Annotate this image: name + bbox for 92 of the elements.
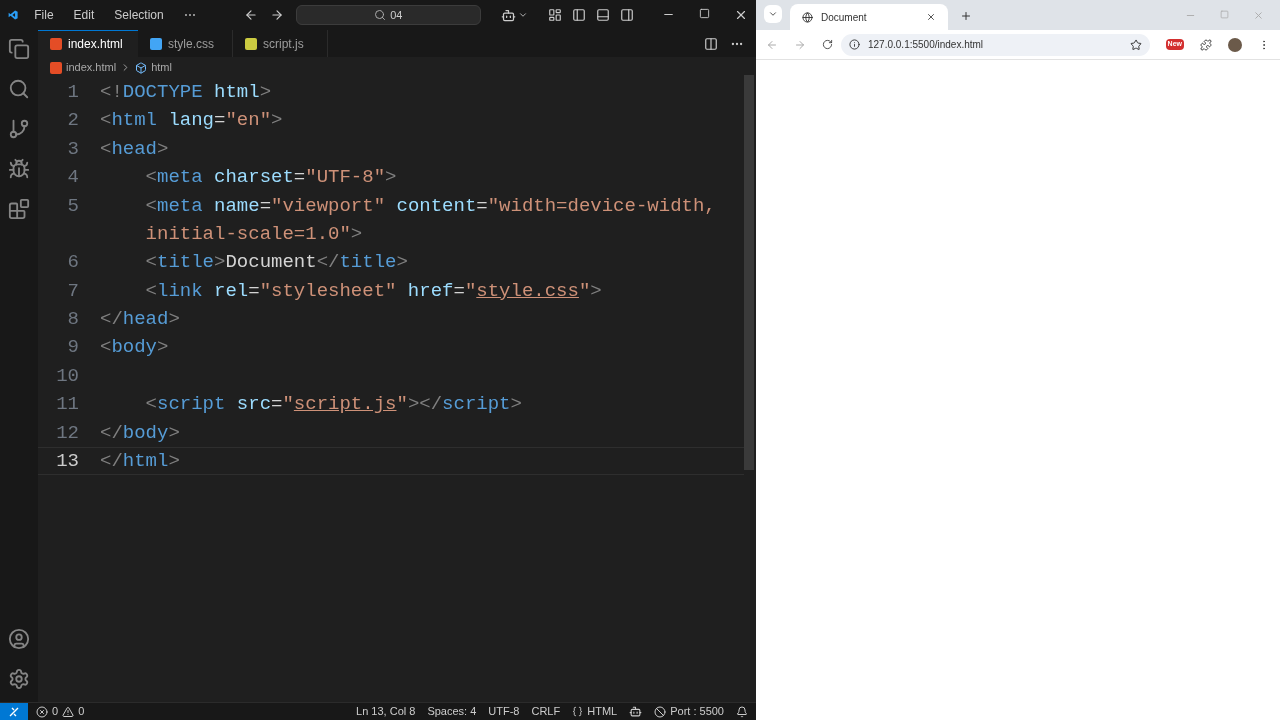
puzzle-icon[interactable] <box>1200 38 1212 51</box>
bell-icon[interactable] <box>736 705 748 718</box>
code-line: <!DOCTYPE html> <box>100 79 272 105</box>
robot-icon[interactable] <box>629 705 643 718</box>
line-number: 4 <box>67 166 79 189</box>
command-search-field[interactable]: 04 <box>295 5 481 25</box>
js-file-icon <box>245 37 257 50</box>
port-status[interactable]: Port : 5500 <box>670 703 724 720</box>
status-item[interactable]: HTML <box>587 703 618 720</box>
line-number: 2 <box>67 109 79 132</box>
maximize-icon[interactable] <box>699 8 710 19</box>
panel-right-icon[interactable] <box>620 8 634 22</box>
code-line: <html lang="en"> <box>100 108 283 134</box>
code-line: <body> <box>100 335 169 361</box>
remote-icon <box>8 705 20 718</box>
search-icon[interactable] <box>8 78 30 100</box>
files-icon[interactable] <box>8 38 30 60</box>
cube-icon <box>135 61 148 74</box>
line-number: 9 <box>67 336 79 359</box>
avatar[interactable] <box>1228 37 1242 52</box>
line-number: 7 <box>67 279 79 302</box>
warning-count[interactable]: 0 <box>78 703 85 720</box>
line-number: 11 <box>56 393 79 416</box>
status-item[interactable]: Spaces: 4 <box>427 703 477 720</box>
editor-tab[interactable]: index.html <box>38 30 138 57</box>
blocked-icon <box>654 705 667 718</box>
tab-label: script.js <box>263 35 304 53</box>
search-text: 04 <box>390 7 403 23</box>
status-item[interactable]: Ln 13, Col 8 <box>356 703 416 720</box>
code-line: </body> <box>100 420 180 446</box>
scrollbar-thumb[interactable] <box>744 75 754 470</box>
remote-button[interactable] <box>0 703 28 720</box>
line-number: 10 <box>56 364 79 387</box>
status-item[interactable]: CRLF <box>531 703 561 720</box>
bug-icon[interactable] <box>8 158 30 180</box>
line-number: 8 <box>67 308 79 331</box>
chevron-down-icon <box>768 9 778 19</box>
code-line: <head> <box>100 136 169 162</box>
globe-icon <box>802 11 813 23</box>
line-number: 12 <box>56 421 79 444</box>
layout-icon[interactable] <box>548 8 562 22</box>
breadcrumb-item[interactable]: index.html <box>66 59 117 76</box>
menu-item[interactable]: Edit <box>69 6 99 24</box>
forward-arrow-icon[interactable] <box>269 8 284 22</box>
bookmark-star-icon[interactable] <box>1129 38 1142 51</box>
line-number: 1 <box>67 80 79 103</box>
close-icon[interactable] <box>926 12 936 22</box>
browser-tab-title: Document <box>821 10 867 25</box>
warning-icon <box>62 705 75 718</box>
tab-label: style.css <box>168 35 214 53</box>
line-number: 3 <box>67 137 79 160</box>
code-line: <link rel="stylesheet" href="style.css"> <box>144 278 602 304</box>
error-icon <box>36 705 48 718</box>
line-number: 13 <box>56 450 79 473</box>
panel-bottom-icon[interactable] <box>596 8 610 22</box>
split-editor-icon[interactable] <box>704 36 718 51</box>
search-icon <box>374 9 387 21</box>
braces-icon <box>572 706 584 717</box>
html-file-icon <box>50 38 62 50</box>
code-line: <meta charset="UTF-8"> <box>144 165 397 191</box>
menu-item[interactable]: Selection <box>110 6 168 24</box>
html-file-icon <box>50 61 62 74</box>
code-line: <title>Document</title> <box>144 250 408 276</box>
browser-tab[interactable]: Document <box>790 4 948 30</box>
breadcrumb-item[interactable]: html <box>151 59 172 76</box>
account-icon[interactable] <box>8 628 30 650</box>
code-line: </html> <box>100 449 180 475</box>
url-text: 127.0.0.1:5500/index.html <box>868 38 984 52</box>
branch-icon[interactable] <box>8 118 30 140</box>
code-line: </head> <box>100 307 180 333</box>
menu-item[interactable]: File <box>30 6 58 24</box>
close-icon[interactable] <box>734 8 748 22</box>
code-line: initial-scale=1.0"> <box>144 221 363 247</box>
panel-left-icon[interactable] <box>572 8 586 22</box>
new-tab-icon[interactable] <box>960 10 972 22</box>
status-item[interactable]: UTF-8 <box>488 703 520 720</box>
settings-icon[interactable] <box>8 668 30 690</box>
back-arrow-icon[interactable] <box>243 8 258 22</box>
code-line: <script src="script.js"></script> <box>144 392 522 418</box>
robot-icon[interactable] <box>501 7 516 23</box>
info-icon <box>849 39 860 50</box>
reload-icon[interactable] <box>822 39 833 50</box>
address-bar[interactable]: 127.0.0.1:5500/index.html <box>841 33 1150 56</box>
line-number: 5 <box>67 194 79 217</box>
line-number: 6 <box>67 251 79 274</box>
code-line: <meta name="viewport" content="width=device-width, <box>144 193 716 219</box>
chevron-down-icon[interactable] <box>518 10 528 20</box>
css-file-icon <box>150 37 162 50</box>
blocks-icon[interactable] <box>8 198 30 220</box>
menu-item[interactable]: ⋯ <box>179 6 200 24</box>
tab-label: index.html <box>68 36 123 53</box>
error-count[interactable]: 0 <box>52 703 59 720</box>
